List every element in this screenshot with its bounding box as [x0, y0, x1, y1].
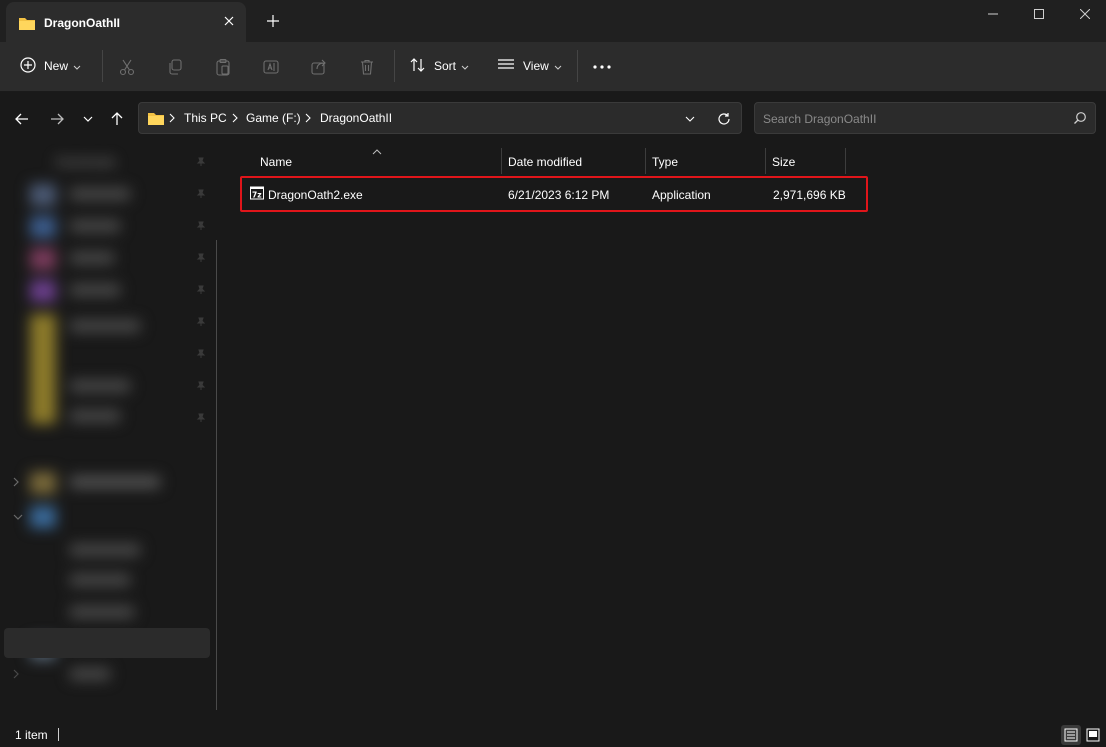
address-bar[interactable]: This PC Game (F:) DragonOathII	[138, 102, 742, 134]
chevron-right-icon[interactable]	[12, 668, 20, 683]
nav-scrollbar[interactable]	[216, 240, 217, 710]
pin-icon	[196, 316, 206, 330]
more-options-icon[interactable]	[587, 52, 617, 82]
view-label: View	[523, 59, 549, 73]
pin-icon	[196, 188, 206, 202]
pin-icon	[196, 156, 206, 170]
paste-icon[interactable]	[208, 52, 238, 82]
column-header-type[interactable]: Type	[652, 148, 764, 176]
file-size: 2,971,696 KB	[773, 188, 846, 202]
search-box[interactable]: Search DragonOathII	[754, 102, 1096, 134]
cut-icon[interactable]	[112, 52, 142, 82]
column-header-size[interactable]: Size	[772, 148, 844, 176]
pin-icon	[196, 380, 206, 394]
title-bar: DragonOathII	[0, 0, 1106, 42]
forward-arrow-icon[interactable]	[44, 106, 70, 132]
details-view-icon[interactable]	[1061, 725, 1081, 745]
folder-icon	[18, 15, 36, 34]
refresh-icon[interactable]	[713, 108, 735, 130]
chevron-down-icon	[554, 59, 562, 73]
share-icon[interactable]	[304, 52, 334, 82]
tab-title: DragonOathII	[44, 16, 121, 30]
tab-dragonoath[interactable]: DragonOathII	[6, 2, 246, 42]
chevron-down-icon	[73, 59, 81, 73]
svg-text:7z: 7z	[252, 191, 262, 200]
new-label: New	[44, 59, 69, 73]
file-type: Application	[652, 188, 711, 202]
back-arrow-icon[interactable]	[9, 106, 35, 132]
address-history-chevron-icon[interactable]	[679, 108, 701, 130]
status-divider	[58, 728, 59, 741]
nav-selected-item[interactable]	[4, 628, 210, 658]
new-button[interactable]: New	[20, 51, 81, 81]
divider	[102, 50, 103, 82]
pin-icon	[196, 412, 206, 426]
chevron-right-icon	[169, 111, 175, 128]
divider	[577, 50, 578, 82]
chevron-right-icon[interactable]	[12, 476, 20, 491]
up-arrow-icon[interactable]	[104, 106, 130, 132]
chevron-down-icon	[461, 59, 469, 73]
new-tab-button[interactable]	[262, 10, 284, 32]
nav-item-downloads[interactable]: Downloads	[56, 155, 115, 169]
recent-locations-chevron-icon[interactable]	[75, 106, 101, 132]
view-lines-icon	[497, 58, 515, 75]
navigation-pane: Downloads	[0, 144, 222, 721]
chevron-right-icon	[232, 111, 238, 128]
column-divider[interactable]	[645, 148, 646, 174]
file-date-modified: 6/21/2023 6:12 PM	[508, 188, 610, 202]
pin-icon	[196, 252, 206, 266]
maximize-button[interactable]	[1016, 0, 1062, 28]
command-bar: New Sort View	[0, 42, 1106, 92]
rename-icon[interactable]	[256, 52, 286, 82]
sort-icon	[410, 57, 426, 76]
7z-app-icon: 7z	[250, 186, 264, 200]
table-row[interactable]: 7z DragonOath2.exe 6/21/2023 6:12 PM App…	[240, 176, 868, 212]
breadcrumb-current-folder[interactable]: DragonOathII	[320, 111, 392, 125]
sort-button[interactable]: Sort	[410, 51, 469, 81]
copy-icon[interactable]	[160, 52, 190, 82]
address-row: This PC Game (F:) DragonOathII Search Dr…	[0, 92, 1106, 144]
file-name[interactable]: DragonOath2.exe	[268, 188, 363, 202]
column-header-date-modified[interactable]: Date modified	[508, 148, 644, 176]
tiles-view-icon[interactable]	[1083, 725, 1103, 745]
column-divider[interactable]	[845, 148, 846, 174]
close-tab-icon[interactable]	[218, 10, 240, 32]
search-placeholder: Search DragonOathII	[763, 112, 877, 126]
close-window-button[interactable]	[1062, 0, 1106, 28]
column-divider[interactable]	[765, 148, 766, 174]
divider	[394, 50, 395, 82]
chevron-down-icon[interactable]	[12, 510, 24, 524]
chevron-right-icon	[305, 111, 311, 128]
delete-icon[interactable]	[352, 52, 382, 82]
pin-icon	[196, 348, 206, 362]
sort-label: Sort	[434, 59, 457, 73]
pin-icon	[196, 220, 206, 234]
item-count: 1 item	[15, 728, 48, 742]
file-list: Name Date modified Type Size 7z DragonOa…	[230, 144, 1106, 721]
breadcrumb-this-pc[interactable]: This PC	[184, 111, 227, 125]
breadcrumb-game-drive[interactable]: Game (F:)	[246, 111, 301, 125]
plus-circle-icon	[20, 56, 36, 76]
search-icon[interactable]	[1073, 111, 1087, 128]
status-bar: 1 item	[0, 721, 1106, 747]
folder-icon	[147, 110, 165, 129]
column-header-name[interactable]: Name	[260, 148, 500, 176]
view-button[interactable]: View	[497, 51, 562, 81]
column-divider[interactable]	[501, 148, 502, 174]
pin-icon	[196, 284, 206, 298]
minimize-button[interactable]	[970, 0, 1016, 28]
